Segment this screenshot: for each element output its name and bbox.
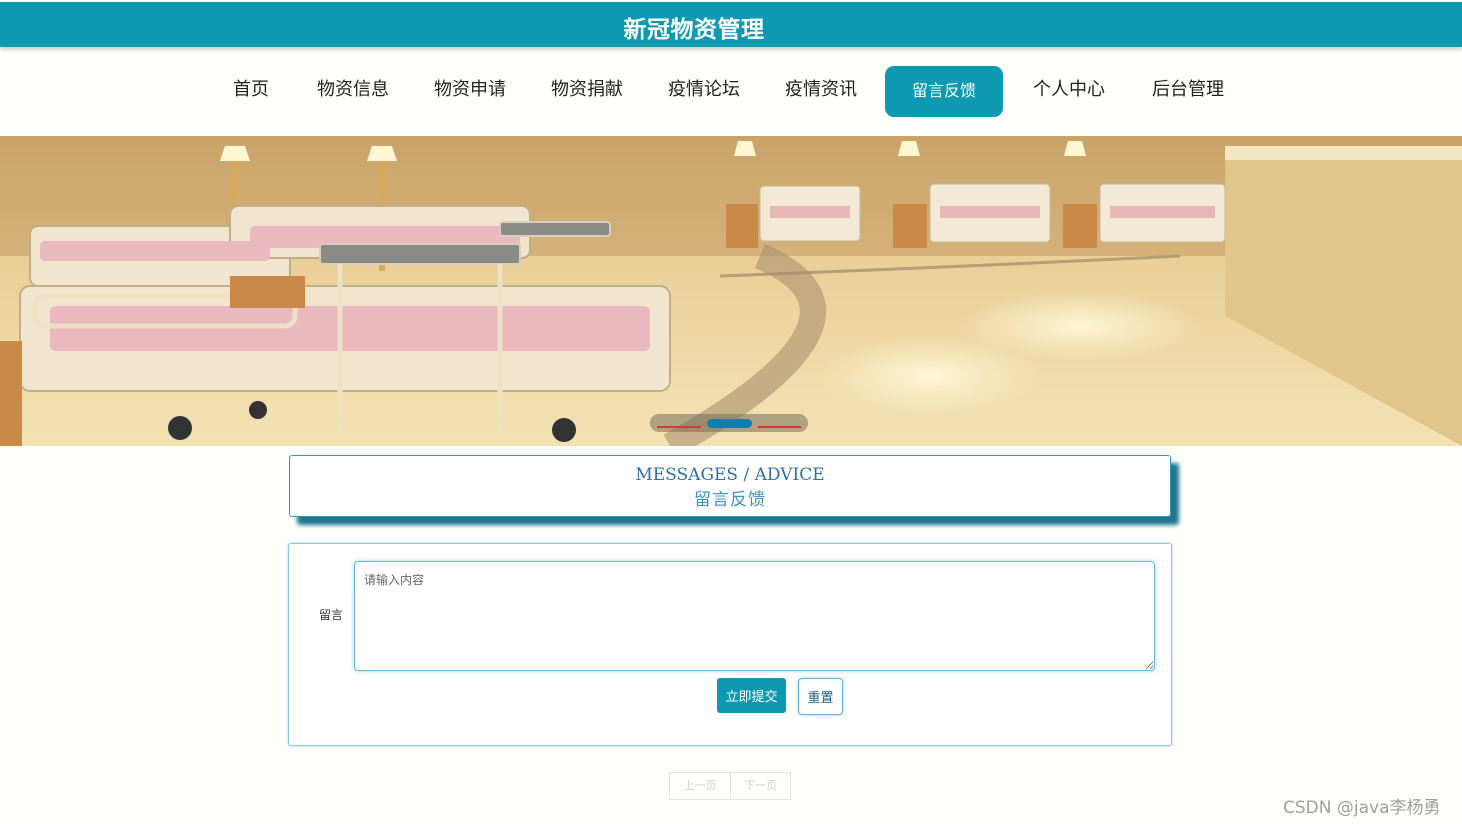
carousel-indicator (650, 414, 808, 432)
hospital-ward-image (0, 136, 1462, 446)
banner-carousel (0, 136, 1462, 446)
message-form: 留言 立即提交 重置 (288, 543, 1172, 746)
nav-item-feedback[interactable]: 留言反馈 (885, 66, 1003, 117)
carousel-dot-2[interactable] (707, 419, 752, 428)
prev-page-button[interactable]: 上一页 (670, 773, 730, 799)
nav-item-supplies-donation[interactable]: 物资捐献 (551, 66, 623, 118)
section-heading: MESSAGES / ADVICE 留言反馈 (289, 455, 1171, 517)
pagination: 上一页 下一页 (669, 772, 791, 800)
submit-button[interactable]: 立即提交 (717, 678, 786, 713)
carousel-dot-3[interactable] (758, 426, 801, 428)
section-title-en: MESSAGES / ADVICE (635, 465, 825, 485)
nav-item-supplies-info[interactable]: 物资信息 (317, 66, 389, 118)
message-label: 留言 (319, 608, 344, 622)
nav-item-admin[interactable]: 后台管理 (1152, 66, 1224, 118)
main-nav: 首页 物资信息 物资申请 物资捐献 疫情论坛 疫情资讯 留言反馈 个人中心 后台… (0, 66, 1462, 118)
site-title: 新冠物资管理 (623, 17, 765, 43)
nav-item-home[interactable]: 首页 (233, 66, 269, 118)
next-page-button[interactable]: 下一页 (730, 773, 790, 799)
top-header-bar: 新冠物资管理 (0, 2, 1462, 47)
nav-item-epidemic-news[interactable]: 疫情资讯 (785, 66, 857, 118)
reset-button[interactable]: 重置 (798, 678, 843, 715)
section-title-cn: 留言反馈 (694, 490, 766, 510)
carousel-dot-1[interactable] (657, 426, 701, 428)
nav-item-epidemic-forum[interactable]: 疫情论坛 (668, 66, 740, 118)
message-textarea[interactable] (354, 561, 1155, 671)
watermark: CSDN @java李杨勇 (1283, 798, 1441, 818)
nav-item-personal-center[interactable]: 个人中心 (1033, 66, 1105, 118)
nav-item-supplies-request[interactable]: 物资申请 (434, 66, 506, 118)
